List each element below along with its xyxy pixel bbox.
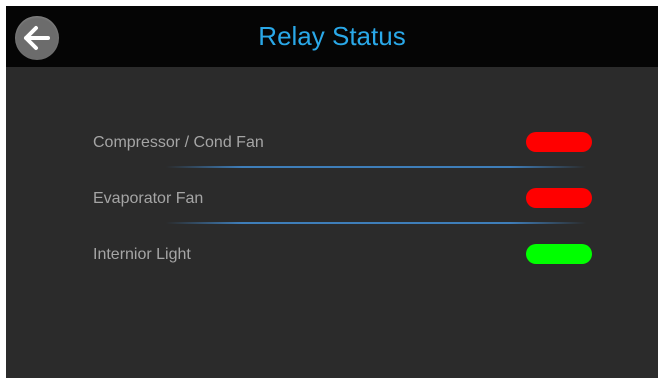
relay-row-interior-light: Internior Light bbox=[6, 242, 658, 270]
arrow-left-icon bbox=[24, 26, 50, 50]
header-bar: Relay Status bbox=[6, 6, 658, 67]
relay-row-compressor: Compressor / Cond Fan bbox=[6, 130, 658, 158]
relay-label: Compressor / Cond Fan bbox=[93, 134, 264, 151]
relay-status-indicator bbox=[526, 188, 592, 208]
relay-status-indicator bbox=[526, 244, 592, 264]
relay-row-evaporator-fan: Evaporator Fan bbox=[6, 186, 658, 214]
page-title: Relay Status bbox=[258, 21, 406, 51]
row-divider bbox=[166, 222, 586, 224]
row-divider bbox=[166, 166, 586, 168]
back-button[interactable] bbox=[15, 16, 59, 60]
relay-status-indicator bbox=[526, 132, 592, 152]
relay-label: Evaporator Fan bbox=[93, 190, 204, 207]
relay-label: Internior Light bbox=[93, 246, 191, 263]
relay-status-screen: Relay Status Compressor / Cond Fan Evapo… bbox=[6, 6, 658, 378]
